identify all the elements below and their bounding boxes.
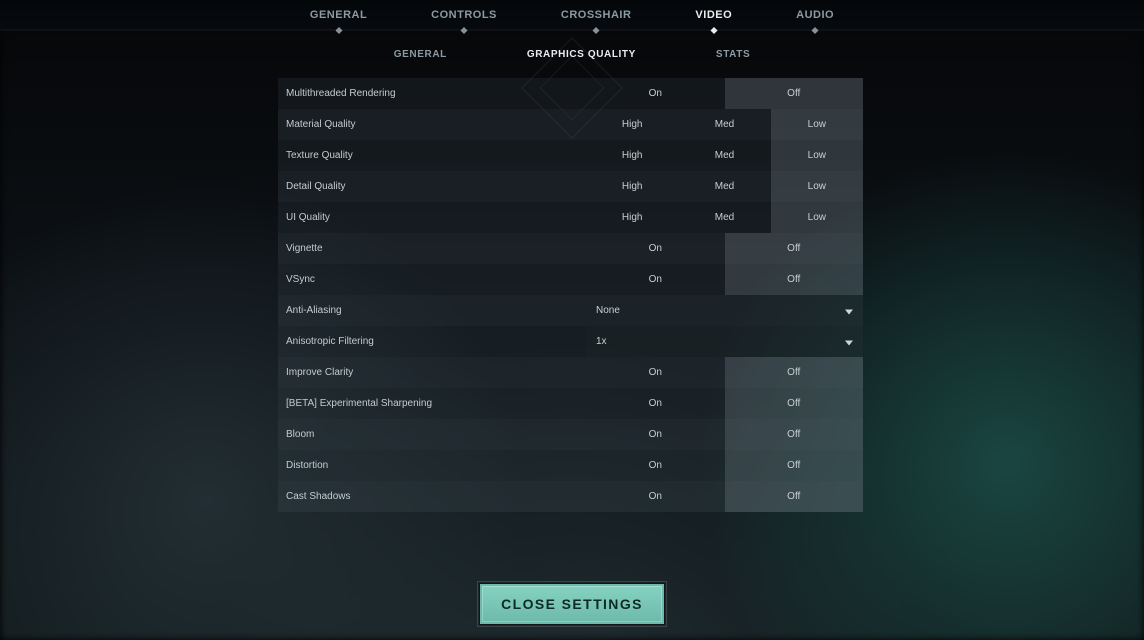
sub-nav: GENERAL GRAPHICS QUALITY STATS bbox=[0, 42, 1144, 66]
option-med[interactable]: Med bbox=[678, 109, 770, 140]
sub-tab-stats[interactable]: STATS bbox=[716, 49, 750, 60]
option-off[interactable]: Off bbox=[725, 419, 864, 450]
top-tab-general[interactable]: GENERAL bbox=[310, 9, 367, 21]
sub-tab-general[interactable]: GENERAL bbox=[394, 49, 447, 60]
setting-row: [BETA] Experimental SharpeningOnOff bbox=[278, 388, 863, 419]
setting-label: Detail Quality bbox=[278, 171, 586, 202]
option-on[interactable]: On bbox=[586, 388, 725, 419]
option-high[interactable]: High bbox=[586, 202, 678, 233]
setting-row: Cast ShadowsOnOff bbox=[278, 481, 863, 512]
option-off[interactable]: Off bbox=[725, 233, 864, 264]
setting-options: OnOff bbox=[586, 264, 863, 295]
option-off[interactable]: Off bbox=[725, 450, 864, 481]
setting-options: OnOff bbox=[586, 78, 863, 109]
setting-options: OnOff bbox=[586, 357, 863, 388]
setting-options: HighMedLow bbox=[586, 140, 863, 171]
top-tab-video[interactable]: VIDEO bbox=[695, 9, 732, 21]
option-on[interactable]: On bbox=[586, 481, 725, 512]
top-tab-controls[interactable]: CONTROLS bbox=[431, 9, 497, 21]
settings-panel: Multithreaded RenderingOnOffMaterial Qua… bbox=[278, 78, 863, 512]
option-high[interactable]: High bbox=[586, 140, 678, 171]
option-off[interactable]: Off bbox=[725, 481, 864, 512]
option-low[interactable]: Low bbox=[771, 202, 863, 233]
setting-label: Improve Clarity bbox=[278, 357, 586, 388]
setting-label: VSync bbox=[278, 264, 586, 295]
setting-label: Multithreaded Rendering bbox=[278, 78, 586, 109]
option-low[interactable]: Low bbox=[771, 140, 863, 171]
setting-row: BloomOnOff bbox=[278, 419, 863, 450]
option-med[interactable]: Med bbox=[678, 202, 770, 233]
option-off[interactable]: Off bbox=[725, 357, 864, 388]
setting-label: Cast Shadows bbox=[278, 481, 586, 512]
setting-options: HighMedLow bbox=[586, 171, 863, 202]
setting-label: UI Quality bbox=[278, 202, 586, 233]
setting-options: OnOff bbox=[586, 419, 863, 450]
setting-options: HighMedLow bbox=[586, 109, 863, 140]
setting-label: [BETA] Experimental Sharpening bbox=[278, 388, 586, 419]
option-on[interactable]: On bbox=[586, 78, 725, 109]
option-on[interactable]: On bbox=[586, 264, 725, 295]
setting-label: Texture Quality bbox=[278, 140, 586, 171]
setting-row: Improve ClarityOnOff bbox=[278, 357, 863, 388]
setting-label: Anisotropic Filtering bbox=[278, 326, 586, 357]
setting-options: OnOff bbox=[586, 481, 863, 512]
setting-dropdown[interactable]: None bbox=[586, 295, 863, 326]
setting-row: DistortionOnOff bbox=[278, 450, 863, 481]
option-low[interactable]: Low bbox=[771, 109, 863, 140]
setting-row: VSyncOnOff bbox=[278, 264, 863, 295]
sub-tab-graphics-quality[interactable]: GRAPHICS QUALITY bbox=[527, 49, 636, 60]
option-med[interactable]: Med bbox=[678, 171, 770, 202]
option-high[interactable]: High bbox=[586, 109, 678, 140]
setting-row: Detail QualityHighMedLow bbox=[278, 171, 863, 202]
top-tab-crosshair[interactable]: CROSSHAIR bbox=[561, 9, 632, 21]
setting-label: Bloom bbox=[278, 419, 586, 450]
top-tab-audio[interactable]: AUDIO bbox=[796, 9, 834, 21]
setting-label: Distortion bbox=[278, 450, 586, 481]
dropdown-value: 1x bbox=[596, 336, 607, 347]
option-off[interactable]: Off bbox=[725, 388, 864, 419]
option-on[interactable]: On bbox=[586, 357, 725, 388]
setting-row: Anisotropic Filtering 1x bbox=[278, 326, 863, 357]
setting-row: Anti-Aliasing None bbox=[278, 295, 863, 326]
close-bar: CLOSE SETTINGS bbox=[0, 568, 1144, 640]
chevron-down-icon bbox=[845, 309, 853, 314]
option-low[interactable]: Low bbox=[771, 171, 863, 202]
option-on[interactable]: On bbox=[586, 233, 725, 264]
setting-options: OnOff bbox=[586, 450, 863, 481]
setting-options: OnOff bbox=[586, 233, 863, 264]
setting-label: Anti-Aliasing bbox=[278, 295, 586, 326]
option-on[interactable]: On bbox=[586, 419, 725, 450]
setting-row: Texture QualityHighMedLow bbox=[278, 140, 863, 171]
setting-label: Vignette bbox=[278, 233, 586, 264]
setting-options: HighMedLow bbox=[586, 202, 863, 233]
option-off[interactable]: Off bbox=[725, 78, 864, 109]
setting-row: Material QualityHighMedLow bbox=[278, 109, 863, 140]
setting-label: Material Quality bbox=[278, 109, 586, 140]
option-off[interactable]: Off bbox=[725, 264, 864, 295]
top-nav: GENERAL CONTROLS CROSSHAIR VIDEO AUDIO bbox=[0, 0, 1144, 30]
setting-row: UI QualityHighMedLow bbox=[278, 202, 863, 233]
dropdown-value: None bbox=[596, 305, 620, 316]
close-settings-button[interactable]: CLOSE SETTINGS bbox=[480, 584, 664, 624]
setting-dropdown[interactable]: 1x bbox=[586, 326, 863, 357]
option-high[interactable]: High bbox=[586, 171, 678, 202]
setting-row: Multithreaded RenderingOnOff bbox=[278, 78, 863, 109]
setting-row: VignetteOnOff bbox=[278, 233, 863, 264]
option-on[interactable]: On bbox=[586, 450, 725, 481]
chevron-down-icon bbox=[845, 340, 853, 345]
setting-options: OnOff bbox=[586, 388, 863, 419]
option-med[interactable]: Med bbox=[678, 140, 770, 171]
